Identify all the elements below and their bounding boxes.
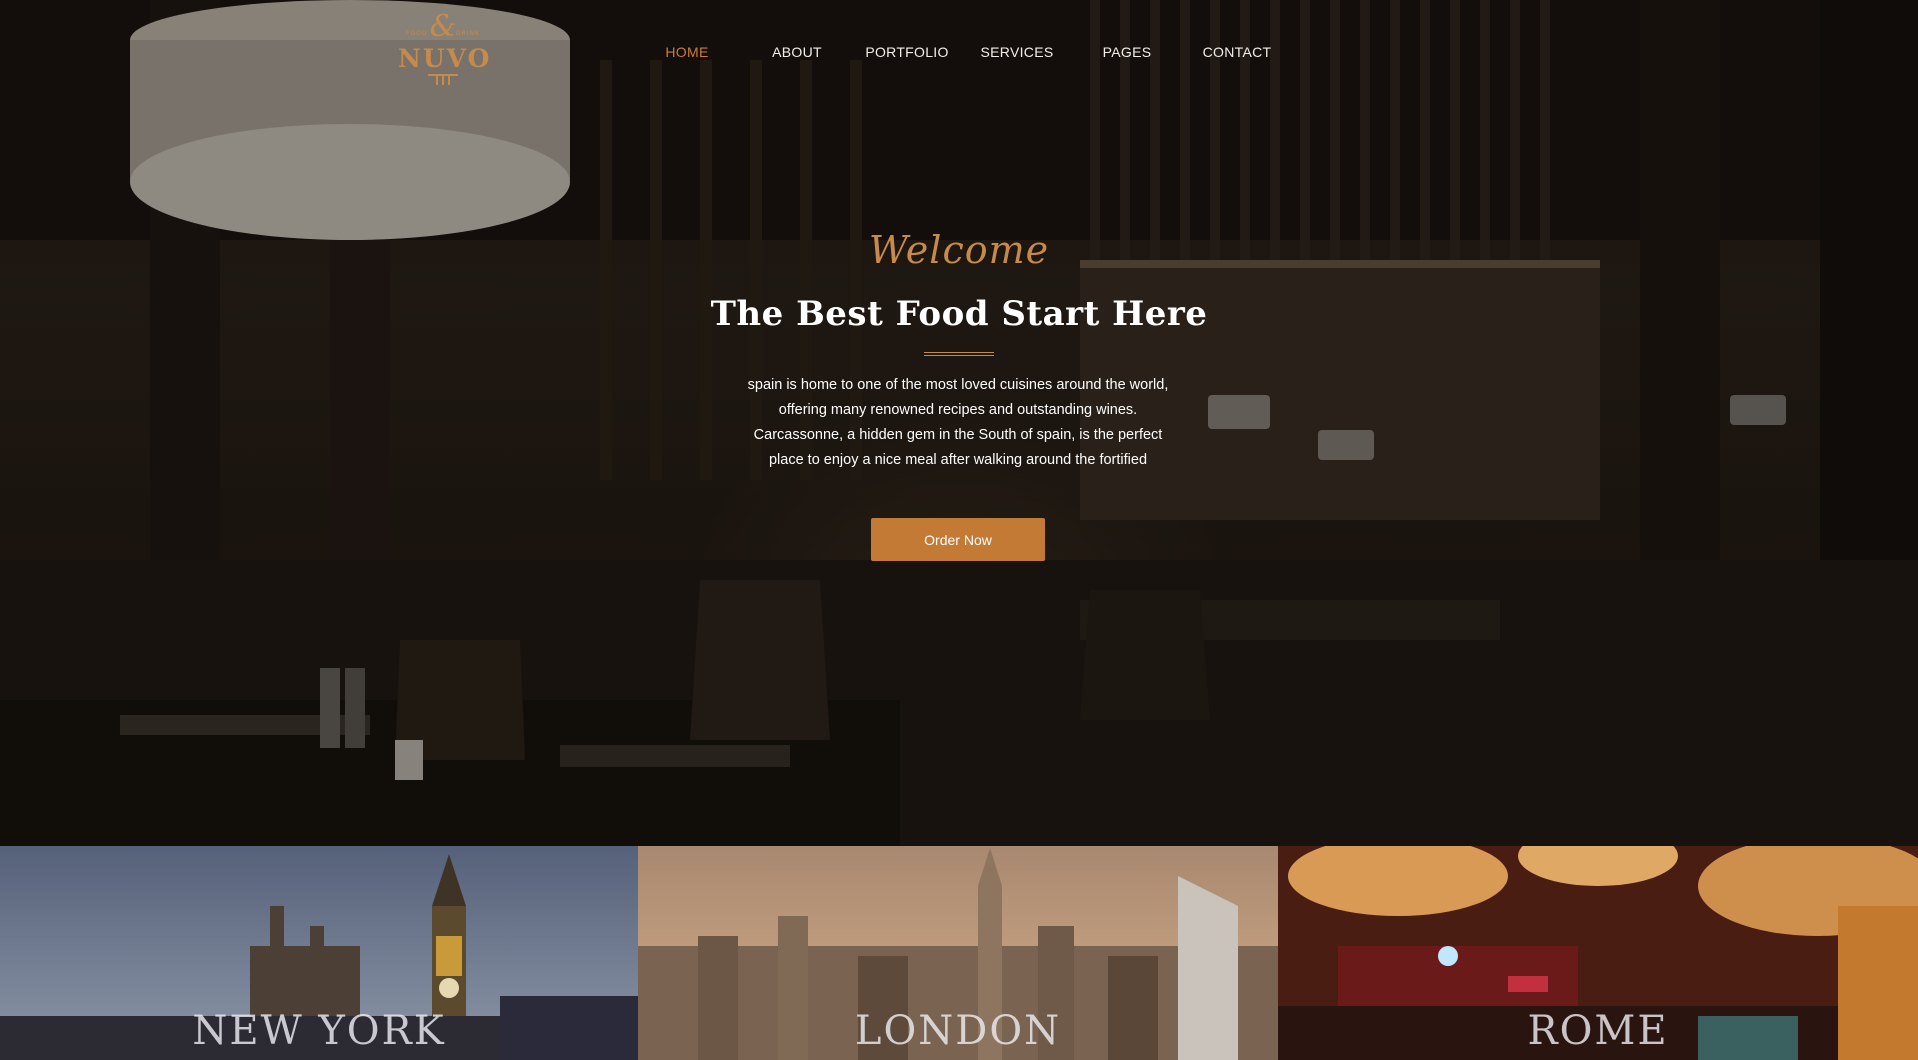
order-now-button[interactable]: Order Now [871, 518, 1045, 561]
hero-headline: The Best Food Start Here [710, 294, 1208, 334]
hero-section: FOOD & DRINK NUVO HOME ABOUT PORTFOLIO S… [0, 0, 1918, 846]
city-card-new-york[interactable]: NEW YORK [0, 846, 638, 1060]
nav-home[interactable]: HOME [665, 44, 708, 60]
city-card-london[interactable]: LONDON [638, 846, 1278, 1060]
main-nav: HOME ABOUT PORTFOLIO SERVICES PAGES CONT… [0, 44, 1918, 66]
nav-contact[interactable]: CONTACT [1203, 44, 1272, 60]
city-label: NEW YORK [192, 1008, 446, 1054]
city-label: ROME [1527, 1008, 1669, 1054]
nav-services[interactable]: SERVICES [981, 44, 1054, 60]
hero-divider [924, 352, 994, 356]
city-label: LONDON [854, 1008, 1062, 1054]
fork-icon [428, 74, 458, 85]
nav-pages[interactable]: PAGES [1103, 44, 1152, 60]
hero-description: spain is home to one of the most loved c… [747, 377, 1169, 468]
logo-ampersand: & [429, 9, 457, 44]
nav-about[interactable]: ABOUT [772, 44, 822, 60]
logo-tag-left: FOOD [406, 30, 428, 37]
logo-tag-right: DRINK [456, 30, 480, 37]
city-card-rome[interactable]: ROME [1278, 846, 1918, 1060]
city-gallery: NEW YORK LONDON ROME [0, 846, 1918, 1060]
welcome-script-title: Welcome [868, 228, 1050, 272]
nav-portfolio[interactable]: PORTFOLIO [865, 44, 948, 60]
